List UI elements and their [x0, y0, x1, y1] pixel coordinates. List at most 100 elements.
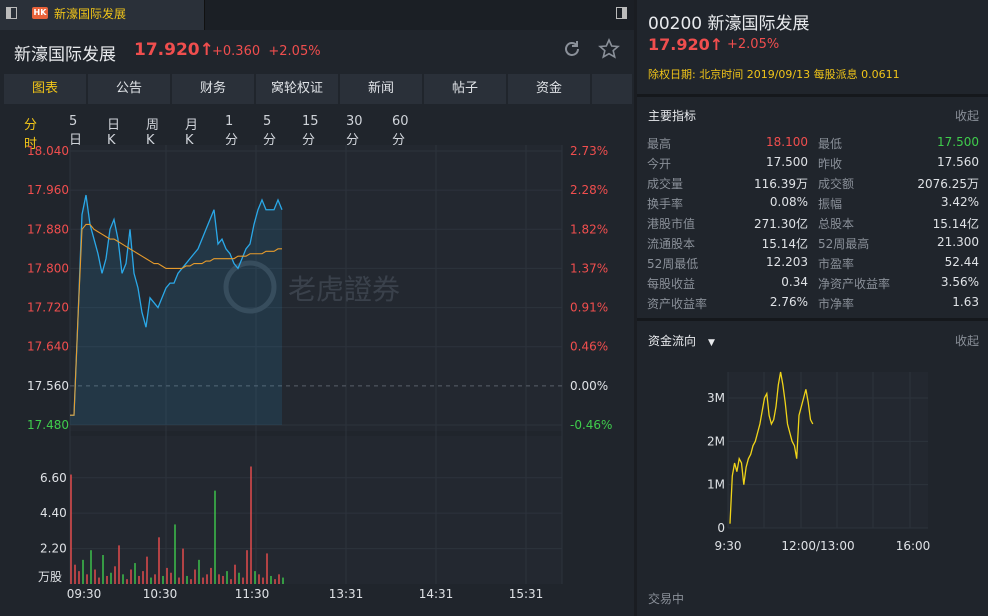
- y-axis-label: 18.040: [27, 144, 69, 158]
- stock-code: 00200: [648, 14, 703, 34]
- y-axis-label: 17.480: [27, 418, 69, 432]
- metric-label: 今开: [647, 157, 672, 171]
- metric-value: 3.42%: [940, 195, 979, 209]
- tab-posts[interactable]: 帖子: [424, 74, 506, 104]
- tab-bar: HK 新濠国际发展: [0, 0, 634, 30]
- y-axis-label: 17.640: [27, 340, 69, 354]
- quote-price: 17.920↑: [648, 35, 724, 54]
- metric-value: 0.08%: [769, 195, 808, 209]
- metric-label: 52周最高: [818, 237, 870, 251]
- metric-label: 最高: [647, 137, 672, 151]
- tab-more[interactable]: [592, 74, 632, 104]
- stock-tab[interactable]: HK 新濠国际发展: [0, 0, 205, 30]
- chart-panel: HK 新濠国际发展 新濠国际发展 17.920↑ +0.360 +2.05% 图…: [0, 0, 634, 616]
- x-axis-label: 10:30: [143, 587, 178, 601]
- tab-warrants[interactable]: 窝轮权证: [256, 74, 338, 104]
- trading-status: 交易中: [648, 592, 685, 606]
- quote-name: 新濠国际发展: [707, 14, 810, 34]
- change-percent: +2.05%: [268, 44, 321, 59]
- sidebar-toggle-icon[interactable]: [6, 7, 17, 19]
- stock-name: 新濠国际发展: [14, 45, 116, 65]
- metric-value: 21.300: [937, 235, 979, 249]
- x-axis-label: 11:30: [235, 587, 270, 601]
- metric-value: 12.203: [766, 255, 808, 269]
- flow-y-label: 3M: [707, 391, 725, 405]
- indicators-collapse[interactable]: 收起: [955, 107, 979, 124]
- metric-label: 流通股本: [647, 237, 696, 251]
- flow-x-label: 16:00: [896, 539, 931, 553]
- metric-label: 总股本: [818, 217, 855, 231]
- y-axis-percent-label: 1.37%: [570, 261, 608, 275]
- metric-value: 116.39万: [754, 177, 808, 191]
- quote-change-percent: +2.05%: [727, 37, 780, 52]
- divider: [637, 94, 988, 97]
- flow-plot-area: [728, 372, 928, 528]
- metric-value: 52.44: [944, 255, 979, 269]
- metric-label: 净资产收益率: [818, 277, 891, 291]
- metric-label: 振幅: [818, 197, 843, 211]
- flow-y-label: 2M: [707, 434, 725, 448]
- metric-value: 2.76%: [769, 295, 808, 309]
- volume-axis-label: 2.20: [40, 542, 67, 556]
- y-axis-label: 17.720: [27, 301, 69, 315]
- y-axis-label: 17.880: [27, 222, 69, 236]
- fund-flow-title[interactable]: 资金流向 ▼: [648, 332, 715, 349]
- metric-label: 资产收益率: [647, 297, 708, 311]
- metric-label: 港股市值: [647, 217, 696, 231]
- y-axis-percent-label: 2.73%: [570, 144, 608, 158]
- metric-value: 1.63: [952, 295, 979, 309]
- y-axis-percent-label: 1.82%: [570, 222, 608, 236]
- y-axis-percent-label: -0.46%: [570, 418, 612, 432]
- volume-unit-label: 万股: [38, 570, 62, 584]
- tab-news[interactable]: 新闻: [340, 74, 422, 104]
- fund-flow-collapse[interactable]: 收起: [955, 332, 979, 349]
- metric-label: 成交额: [818, 177, 855, 191]
- flow-y-label: 1M: [707, 478, 725, 492]
- metric-label: 成交量: [647, 177, 684, 191]
- info-panel: 00200 新濠国际发展 17.920↑ +2.05% 除权日期: 北京时间 2…: [637, 0, 988, 616]
- change-value: +0.360: [212, 44, 261, 59]
- metric-label: 昨收: [818, 157, 843, 171]
- tab-capital[interactable]: 资金: [508, 74, 590, 104]
- quote-title: 00200 新濠国际发展: [648, 9, 810, 34]
- metric-label: 换手率: [647, 197, 684, 211]
- refresh-icon[interactable]: [563, 40, 581, 58]
- metric-label: 52周最低: [647, 257, 699, 271]
- indicators-title: 主要指标: [648, 109, 697, 123]
- y-axis-percent-label: 2.28%: [570, 183, 608, 197]
- panel-toggle-icon[interactable]: [616, 7, 627, 19]
- last-price: 17.920↑: [134, 40, 214, 60]
- metric-label: 每股收益: [647, 277, 696, 291]
- y-axis-label: 17.960: [27, 183, 69, 197]
- tab-announcements[interactable]: 公告: [88, 74, 170, 104]
- metric-label: 最低: [818, 137, 843, 151]
- divider: [637, 318, 988, 321]
- price-change: +0.360 +2.05%: [212, 44, 321, 59]
- flow-y-label: 0: [717, 521, 725, 535]
- tab-chart[interactable]: 图表: [4, 74, 86, 104]
- flow-x-label: 9:30: [715, 539, 742, 553]
- metric-value: 15.14亿: [932, 217, 979, 231]
- star-icon[interactable]: [598, 38, 620, 60]
- y-axis-percent-label: 0.46%: [570, 340, 608, 354]
- intraday-chart[interactable]: 18.040 2.73% 17.960 2.28% 17.880 1.82% 17.800 1…: [0, 140, 634, 616]
- x-axis-label: 15:31: [509, 587, 544, 601]
- chevron-down-icon: ▼: [708, 338, 715, 348]
- dividend-notice: 除权日期: 北京时间 2019/09/13 每股派息 0.0611: [648, 68, 900, 81]
- y-axis-percent-label: 0.91%: [570, 301, 608, 315]
- volume-plot-area: [70, 436, 562, 584]
- watermark-text: 老虎證券: [288, 273, 400, 306]
- y-axis-percent-label: 0.00%: [570, 379, 608, 393]
- metric-value: 15.14亿: [761, 237, 808, 251]
- metric-value: 17.560: [937, 155, 979, 169]
- fund-flow-label: 资金流向: [648, 334, 697, 348]
- y-axis-label: 17.560: [27, 379, 69, 393]
- tab-financials[interactable]: 财务: [172, 74, 254, 104]
- metric-value: 18.100: [766, 135, 808, 149]
- x-axis-label: 14:31: [419, 587, 454, 601]
- metric-value: 2076.25万: [917, 177, 979, 191]
- volume-axis-label: 4.40: [40, 506, 67, 520]
- metric-value: 17.500: [937, 135, 979, 149]
- volume-axis-label: 6.60: [40, 471, 67, 485]
- hk-badge: HK: [32, 7, 48, 19]
